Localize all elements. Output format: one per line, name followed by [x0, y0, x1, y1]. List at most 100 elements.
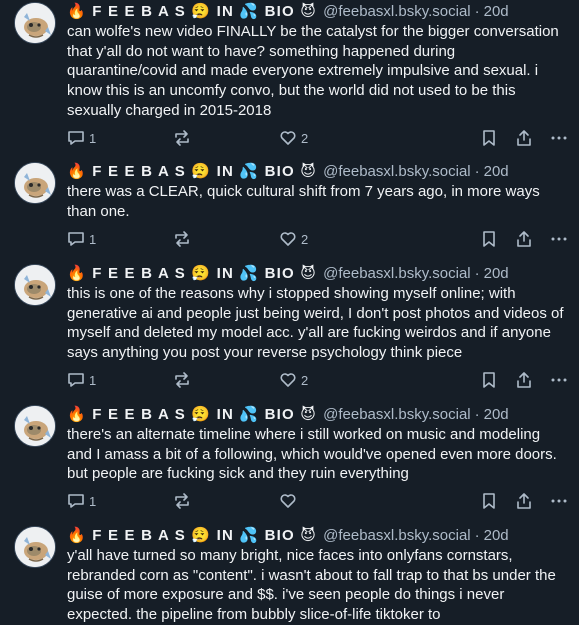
timestamp[interactable]: 20d — [484, 2, 509, 22]
handle[interactable]: @feebasxl.bsky.social — [323, 405, 471, 425]
more-icon — [551, 136, 567, 140]
like-count: 2 — [301, 231, 309, 247]
post-text: there was a CLEAR, quick cultural shift … — [67, 183, 540, 220]
post-header: 🔥 F E E B A S 😮‍💨 IN 💦 BIO 😈 @feebasxl.b… — [67, 162, 571, 182]
reply-button[interactable]: 1 — [67, 371, 96, 389]
post-header: 🔥 F E E B A S 😮‍💨 IN 💦 BIO 😈 @feebasxl.b… — [67, 405, 571, 425]
reply-count: 1 — [89, 231, 97, 247]
separator: · — [474, 163, 480, 180]
like-button[interactable]: 2 — [279, 129, 308, 147]
post-actions: 1 — [67, 482, 571, 522]
timestamp[interactable]: 20d — [484, 526, 509, 546]
timestamp[interactable]: 20d — [484, 162, 509, 182]
more-icon — [551, 378, 567, 382]
bookmark-icon — [483, 372, 495, 388]
display-name[interactable]: 🔥 F E E B A S 😮‍💨 IN 💦 BIO 😈 — [67, 2, 317, 22]
feebas-avatar-icon — [15, 3, 55, 43]
post-actions: 1 2 — [67, 119, 571, 159]
display-name[interactable]: 🔥 F E E B A S 😮‍💨 IN 💦 BIO 😈 — [67, 162, 317, 182]
share-icon — [517, 130, 531, 146]
post-header: 🔥 F E E B A S 😮‍💨 IN 💦 BIO 😈 @feebasxl.b… — [67, 2, 571, 22]
heart-icon — [280, 232, 296, 246]
handle[interactable]: @feebasxl.bsky.social — [323, 526, 471, 546]
handle[interactable]: @feebasxl.bsky.social — [323, 264, 471, 284]
bookmark-icon — [483, 493, 495, 509]
like-button[interactable]: 2 — [279, 371, 308, 389]
display-name[interactable]: 🔥 F E E B A S 😮‍💨 IN 💦 BIO 😈 — [67, 264, 317, 284]
post-actions: 1 2 — [67, 220, 571, 260]
heart-icon — [280, 494, 296, 508]
post-text: can wolfe's new video FINALLY be the cat… — [67, 23, 559, 119]
reply-icon — [68, 494, 84, 508]
post[interactable]: 🔥 F E E B A S 😮‍💨 IN 💦 BIO 😈 @feebasxl.b… — [0, 524, 579, 625]
post[interactable]: 🔥 F E E B A S 😮‍💨 IN 💦 BIO 😈 @feebasxl.b… — [0, 0, 579, 156]
timestamp[interactable]: 20d — [484, 405, 509, 425]
repost-icon — [175, 231, 189, 247]
share-icon — [517, 231, 531, 247]
avatar[interactable] — [14, 405, 56, 447]
feebas-avatar-icon — [15, 406, 55, 446]
repost-icon — [175, 372, 189, 388]
handle[interactable]: @feebasxl.bsky.social — [323, 2, 471, 22]
post[interactable]: 🔥 F E E B A S 😮‍💨 IN 💦 BIO 😈 @feebasxl.b… — [0, 403, 579, 523]
share-icon — [517, 372, 531, 388]
avatar[interactable] — [14, 526, 56, 568]
heart-icon — [280, 131, 296, 145]
post-feed: 🔥 F E E B A S 😮‍💨 IN 💦 BIO 😈 @feebasxl.b… — [0, 0, 579, 625]
repost-button[interactable] — [173, 371, 195, 389]
separator: · — [474, 3, 480, 20]
avatar[interactable] — [14, 162, 56, 204]
timestamp[interactable]: 20d — [484, 264, 509, 284]
reply-icon — [68, 232, 84, 246]
bookmark-icon — [483, 130, 495, 146]
bookmark-button[interactable] — [480, 371, 498, 389]
share-button[interactable] — [515, 371, 533, 389]
share-button[interactable] — [515, 492, 533, 510]
repost-button[interactable] — [173, 129, 195, 147]
reply-button[interactable]: 1 — [67, 129, 96, 147]
share-icon — [517, 493, 531, 509]
bookmark-button[interactable] — [480, 492, 498, 510]
reply-count: 1 — [89, 130, 97, 146]
separator: · — [474, 265, 480, 282]
like-button[interactable] — [279, 492, 301, 510]
post[interactable]: 🔥 F E E B A S 😮‍💨 IN 💦 BIO 😈 @feebasxl.b… — [0, 160, 579, 260]
repost-button[interactable] — [173, 492, 195, 510]
more-button[interactable] — [550, 129, 568, 147]
share-button[interactable] — [515, 129, 533, 147]
post-text: y'all have turned so many bright, nice f… — [67, 547, 556, 624]
bookmark-button[interactable] — [480, 230, 498, 248]
like-button[interactable]: 2 — [279, 230, 308, 248]
post-header: 🔥 F E E B A S 😮‍💨 IN 💦 BIO 😈 @feebasxl.b… — [67, 526, 571, 546]
post-text: this is one of the reasons why i stopped… — [67, 285, 564, 362]
post-text: there's an alternate timeline where i st… — [67, 426, 557, 483]
more-icon — [551, 237, 567, 241]
more-icon — [551, 499, 567, 503]
display-name[interactable]: 🔥 F E E B A S 😮‍💨 IN 💦 BIO 😈 — [67, 405, 317, 425]
like-count: 2 — [301, 130, 309, 146]
avatar[interactable] — [14, 2, 56, 44]
share-button[interactable] — [515, 230, 533, 248]
heart-icon — [280, 373, 296, 387]
reply-button[interactable]: 1 — [67, 492, 96, 510]
feebas-avatar-icon — [15, 265, 55, 305]
feebas-avatar-icon — [15, 527, 55, 567]
post-actions: 1 2 — [67, 361, 571, 401]
handle[interactable]: @feebasxl.bsky.social — [323, 162, 471, 182]
repost-button[interactable] — [173, 230, 195, 248]
bookmark-icon — [483, 231, 495, 247]
display-name[interactable]: 🔥 F E E B A S 😮‍💨 IN 💦 BIO 😈 — [67, 526, 317, 546]
feebas-avatar-icon — [15, 163, 55, 203]
post-header: 🔥 F E E B A S 😮‍💨 IN 💦 BIO 😈 @feebasxl.b… — [67, 264, 571, 284]
avatar[interactable] — [14, 264, 56, 306]
more-button[interactable] — [550, 492, 568, 510]
reply-button[interactable]: 1 — [67, 230, 96, 248]
more-button[interactable] — [550, 371, 568, 389]
separator: · — [474, 406, 480, 423]
more-button[interactable] — [550, 230, 568, 248]
reply-icon — [68, 373, 84, 387]
repost-icon — [175, 130, 189, 146]
reply-icon — [68, 131, 84, 145]
post[interactable]: 🔥 F E E B A S 😮‍💨 IN 💦 BIO 😈 @feebasxl.b… — [0, 262, 579, 402]
bookmark-button[interactable] — [480, 129, 498, 147]
